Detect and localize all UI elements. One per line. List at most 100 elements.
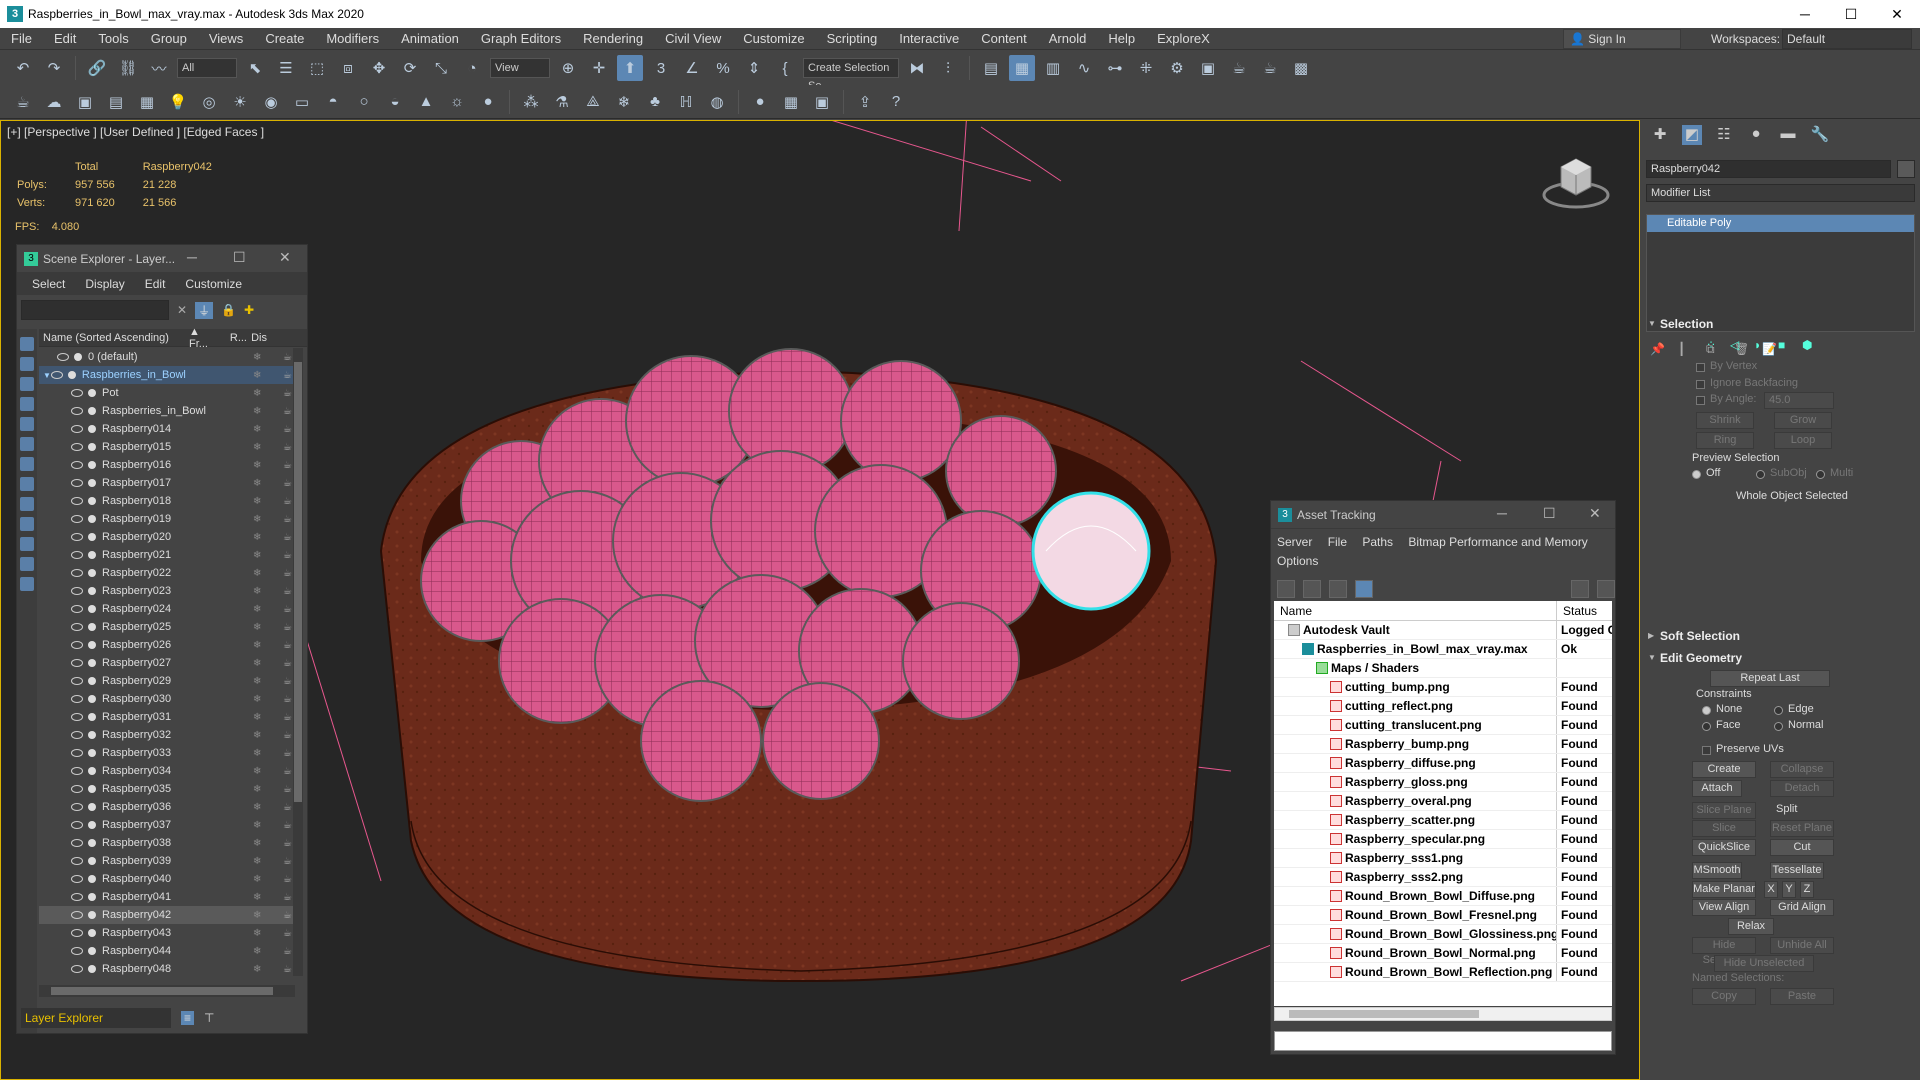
attach-button[interactable]: Attach xyxy=(1692,780,1742,797)
menu-group[interactable]: Group xyxy=(140,31,198,46)
filter-icon[interactable]: ⏚ xyxy=(195,301,214,319)
motion-tab-icon[interactable]: ● xyxy=(1746,125,1766,145)
close-icon[interactable]: ✕ xyxy=(1589,505,1601,522)
renderable-icon[interactable]: ☕ xyxy=(283,856,292,867)
proxy-icon[interactable]: ⚗ xyxy=(549,89,575,115)
close-button[interactable]: ✕ xyxy=(1874,0,1920,28)
menu-help[interactable]: Help xyxy=(1097,31,1146,46)
by-vertex-checkbox[interactable] xyxy=(1696,363,1705,372)
minimize-icon[interactable]: ─ xyxy=(187,249,197,265)
paste-button[interactable]: Paste xyxy=(1770,988,1834,1005)
scene-list-item[interactable]: Raspberry020 ❄ ☕ xyxy=(39,528,295,546)
asset-row[interactable]: Raspberry_overal.png Found xyxy=(1274,792,1612,811)
renderable-icon[interactable]: ☕ xyxy=(283,550,292,561)
scene-list-item[interactable]: Raspberry030 ❄ ☕ xyxy=(39,690,295,708)
scene-list-item[interactable]: Raspberry031 ❄ ☕ xyxy=(39,708,295,726)
relax-button[interactable]: Relax xyxy=(1728,918,1774,935)
asset-row[interactable]: Round_Brown_Bowl_Diffuse.png Found xyxy=(1274,887,1612,906)
freeze-icon[interactable]: ❄ xyxy=(253,712,261,723)
scene-list-item[interactable]: Raspberry024 ❄ ☕ xyxy=(39,600,295,618)
renderable-icon[interactable]: ☕ xyxy=(283,802,292,813)
object-name-field[interactable]: Raspberry042 xyxy=(1646,160,1891,178)
vfb-icon[interactable]: ▣ xyxy=(809,89,835,115)
sphere-light-icon[interactable]: ○ xyxy=(351,89,377,115)
scene-list-item[interactable]: Raspberry019 ❄ ☕ xyxy=(39,510,295,528)
layer-explorer-icon[interactable]: ▤ xyxy=(978,55,1004,81)
utilities-tab-icon[interactable]: 🔧 xyxy=(1810,125,1830,145)
asset-row[interactable]: Raspberry_diffuse.png Found xyxy=(1274,754,1612,773)
scene-list-item[interactable]: Raspberry022 ❄ ☕ xyxy=(39,564,295,582)
scene-list-item[interactable]: Raspberry041 ❄ ☕ xyxy=(39,888,295,906)
scene-list-item[interactable]: Raspberry026 ❄ ☕ xyxy=(39,636,295,654)
renderable-icon[interactable]: ☕ xyxy=(283,496,292,507)
at-menu-file[interactable]: File xyxy=(1328,535,1347,549)
redo-icon[interactable]: ↷ xyxy=(41,55,67,81)
animation-icon[interactable]: ◎ xyxy=(196,89,222,115)
scene-list-item[interactable]: Raspberry032 ❄ ☕ xyxy=(39,726,295,744)
freeze-icon[interactable]: ❄ xyxy=(253,910,261,921)
asset-row[interactable]: Round_Brown_Bowl_Fresnel.png Found xyxy=(1274,906,1612,925)
reset-plane-button[interactable]: Reset Plane xyxy=(1770,820,1834,837)
renderable-icon[interactable]: ☕ xyxy=(283,766,292,777)
freeze-icon[interactable]: ❄ xyxy=(253,946,261,957)
rendered-frame-window-icon[interactable]: ▣ xyxy=(1195,55,1221,81)
xrefs-filter-icon[interactable] xyxy=(20,497,34,511)
angle-snap-icon[interactable]: ∠ xyxy=(679,55,705,81)
scene-list-item[interactable]: Raspberry035 ❄ ☕ xyxy=(39,780,295,798)
workspace-dropdown[interactable]: Default xyxy=(1782,29,1912,49)
scene-list-item[interactable]: Raspberry040 ❄ ☕ xyxy=(39,870,295,888)
decal-icon[interactable]: ◍ xyxy=(704,89,730,115)
mirror-icon[interactable]: ⧓ xyxy=(904,55,930,81)
visibility-eye-icon[interactable] xyxy=(71,785,83,793)
render-shortcut-icon[interactable]: ▩ xyxy=(1288,55,1314,81)
renderable-icon[interactable]: ☕ xyxy=(283,424,292,435)
freeze-icon[interactable]: ❄ xyxy=(253,658,261,669)
visibility-eye-icon[interactable] xyxy=(71,461,83,469)
grow-button[interactable]: Grow xyxy=(1774,412,1832,429)
renderable-icon[interactable]: ☕ xyxy=(283,514,292,525)
constraint-face-radio[interactable] xyxy=(1702,722,1711,731)
light-mesh-icon[interactable]: 💡 xyxy=(165,89,191,115)
display-all-icon[interactable] xyxy=(20,337,34,351)
scene-list-item[interactable]: Raspberry025 ❄ ☕ xyxy=(39,618,295,636)
scene-list-item[interactable]: Raspberry017 ❄ ☕ xyxy=(39,474,295,492)
visibility-eye-icon[interactable] xyxy=(71,533,83,541)
msmooth-button[interactable]: MSmooth xyxy=(1692,862,1742,879)
freeze-icon[interactable]: ❄ xyxy=(253,730,261,741)
constraint-edge-radio[interactable] xyxy=(1774,706,1783,715)
cameras-filter-icon[interactable] xyxy=(20,417,34,431)
freeze-icon[interactable]: ❄ xyxy=(253,766,261,777)
asset-row[interactable]: Raspberry_bump.png Found xyxy=(1274,735,1612,754)
asset-path-input[interactable] xyxy=(1274,1031,1612,1051)
freeze-icon[interactable]: ❄ xyxy=(253,676,261,687)
lock-icon[interactable]: 🔒 xyxy=(221,303,236,317)
keyboard-shortcut-override-icon[interactable]: ⬆ xyxy=(617,55,643,81)
at-menu-paths[interactable]: Paths xyxy=(1362,535,1393,549)
ies-light-icon[interactable]: ▲ xyxy=(413,89,439,115)
renderable-icon[interactable]: ☕ xyxy=(283,694,292,705)
asset-row[interactable]: Raspberry_sss1.png Found xyxy=(1274,849,1612,868)
freeze-icon[interactable]: ❄ xyxy=(253,622,261,633)
helpers-filter-icon[interactable] xyxy=(20,437,34,451)
scene-list-item[interactable]: Raspberry029 ❄ ☕ xyxy=(39,672,295,690)
mesh-light-icon[interactable]: ◒ xyxy=(382,89,408,115)
menu-interactive[interactable]: Interactive xyxy=(888,31,970,46)
rotate-icon[interactable]: ⟳ xyxy=(397,55,423,81)
split-label[interactable]: Split xyxy=(1776,803,1797,815)
spinner-snap-icon[interactable]: ⇕ xyxy=(741,55,767,81)
visibility-eye-icon[interactable] xyxy=(71,911,83,919)
visibility-eye-icon[interactable] xyxy=(71,659,83,667)
lights-filter-icon[interactable] xyxy=(20,397,34,411)
maximize-button[interactable]: ☐ xyxy=(1828,0,1874,28)
scene-list-item[interactable]: Raspberry039 ❄ ☕ xyxy=(39,852,295,870)
freeze-icon[interactable]: ❄ xyxy=(253,748,261,759)
maximize-icon[interactable]: ☐ xyxy=(233,249,246,266)
snaps-toggle-icon[interactable]: 3 xyxy=(648,55,674,81)
freeze-icon[interactable]: ❄ xyxy=(253,784,261,795)
se-menu-edit[interactable]: Edit xyxy=(136,277,175,291)
scrollbar-thumb[interactable] xyxy=(294,362,302,802)
unlink-icon[interactable]: ⛓ xyxy=(115,55,141,81)
visibility-eye-icon[interactable] xyxy=(57,353,69,361)
select-manipulate-icon[interactable]: ✛ xyxy=(586,55,612,81)
visibility-eye-icon[interactable] xyxy=(71,821,83,829)
